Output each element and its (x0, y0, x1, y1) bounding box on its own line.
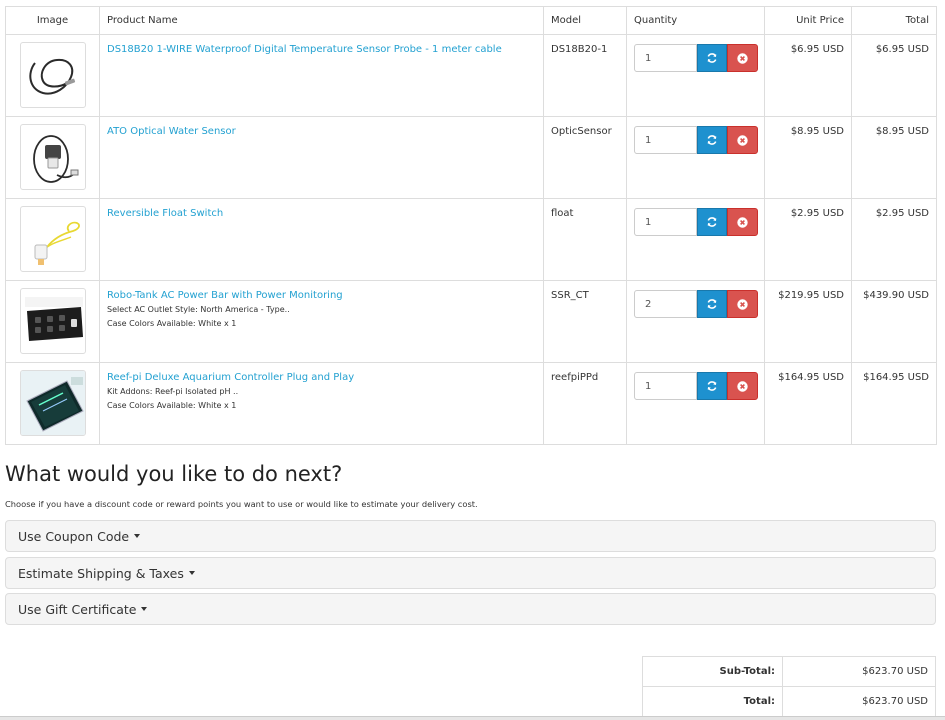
subtotal-value: $623.70 USD (782, 656, 936, 687)
product-thumbnail[interactable] (19, 42, 86, 108)
header-unit-price: Unit Price (764, 6, 852, 35)
caret-down-icon (134, 534, 141, 538)
header-total: Total (851, 6, 937, 35)
quantity-group: 1 (634, 125, 758, 154)
shipping-panel-toggle[interactable]: Estimate Shipping & Taxes (5, 557, 936, 589)
product-name-link[interactable]: Reef-pi Deluxe Aquarium Controller Plug … (107, 371, 536, 384)
quantity-group: 1 (634, 43, 758, 72)
product-model: SSR_CT (543, 280, 627, 363)
controller-image (20, 371, 85, 435)
coupon-panel-label: Use Coupon Code (18, 528, 130, 544)
page-bottom-divider (0, 716, 945, 720)
header-product-name: Product Name (99, 6, 544, 35)
temperature-probe-image (28, 58, 75, 95)
line-total: $8.95 USD (851, 116, 937, 199)
product-option: Case Colors Available: White x 1 (107, 401, 237, 410)
totals-table: Sub-Total: $623.70 USD Total: $623.70 US… (642, 656, 936, 717)
quantity-input[interactable]: 1 (634, 126, 697, 154)
next-steps-heading: What would you like to do next? (5, 462, 343, 486)
product-model: DS18B20-1 (543, 34, 627, 117)
product-name-link[interactable]: Reversible Float Switch (107, 207, 536, 220)
quantity-group: 2 (634, 289, 758, 318)
shipping-panel-label: Estimate Shipping & Taxes (18, 565, 184, 581)
coupon-panel-toggle[interactable]: Use Coupon Code (5, 520, 936, 552)
caret-down-icon (188, 571, 195, 575)
refresh-icon (707, 217, 717, 227)
voucher-panel-toggle[interactable]: Use Gift Certificate (5, 593, 936, 625)
quantity-group: 1 (634, 371, 758, 400)
next-steps-description: Choose if you have a discount code or re… (5, 499, 478, 509)
table-row: ATO Optical Water Sensor OpticSensor 1 $… (5, 116, 937, 199)
caret-down-icon (141, 607, 148, 611)
remove-button[interactable] (727, 44, 758, 72)
line-total: $6.95 USD (851, 34, 937, 117)
product-thumbnail[interactable] (19, 370, 86, 436)
product-name-link[interactable]: DS18B20 1-WIRE Waterproof Digital Temper… (107, 43, 536, 56)
product-name-link[interactable]: Robo-Tank AC Power Bar with Power Monito… (107, 289, 536, 302)
product-thumbnail[interactable] (19, 206, 86, 272)
refresh-icon (707, 135, 717, 145)
header-quantity: Quantity (626, 6, 765, 35)
total-value: $623.70 USD (782, 686, 936, 717)
unit-price: $6.95 USD (764, 34, 852, 117)
times-circle-icon (737, 380, 748, 392)
product-model: OpticSensor (543, 116, 627, 199)
cart-table: Image Product Name Model Quantity Unit P… (5, 6, 937, 445)
quantity-group: 1 (634, 207, 758, 236)
product-option: Case Colors Available: White x 1 (107, 319, 237, 328)
times-circle-icon (737, 216, 748, 228)
remove-button[interactable] (727, 290, 758, 318)
update-button[interactable] (696, 126, 728, 154)
power-bar-image (24, 297, 83, 341)
update-button[interactable] (696, 44, 728, 72)
product-option: Kit Addons: Reef-pi Isolated pH .. (107, 387, 239, 396)
quantity-input[interactable]: 1 (634, 372, 697, 400)
product-option: Select AC Outlet Style: North America - … (107, 305, 290, 314)
refresh-icon (707, 299, 717, 309)
product-model: reefpiPPd (543, 362, 627, 445)
voucher-panel-label: Use Gift Certificate (18, 601, 137, 617)
line-total: $164.95 USD (851, 362, 937, 445)
table-row: DS18B20 1-WIRE Waterproof Digital Temper… (5, 34, 937, 117)
unit-price: $2.95 USD (764, 198, 852, 281)
product-name-link[interactable]: ATO Optical Water Sensor (107, 125, 536, 138)
subtotal-label: Sub-Total: (642, 656, 783, 687)
cart-header-row: Image Product Name Model Quantity Unit P… (5, 6, 937, 35)
update-button[interactable] (696, 372, 728, 400)
total-row: Total: $623.70 USD (642, 686, 936, 717)
update-button[interactable] (696, 208, 728, 236)
float-switch-image (34, 221, 80, 265)
quantity-input[interactable]: 1 (634, 44, 697, 72)
unit-price: $8.95 USD (764, 116, 852, 199)
subtotal-row: Sub-Total: $623.70 USD (642, 656, 936, 687)
product-thumbnail[interactable] (19, 124, 86, 190)
header-model: Model (543, 6, 627, 35)
table-row: Robo-Tank AC Power Bar with Power Monito… (5, 280, 937, 363)
line-total: $439.90 USD (851, 280, 937, 363)
total-label: Total: (642, 686, 783, 717)
remove-button[interactable] (727, 372, 758, 400)
refresh-icon (707, 53, 717, 63)
times-circle-icon (737, 52, 748, 64)
unit-price: $219.95 USD (764, 280, 852, 363)
product-thumbnail[interactable] (19, 288, 86, 354)
quantity-input[interactable]: 1 (634, 208, 697, 236)
refresh-icon (707, 381, 717, 391)
remove-button[interactable] (727, 208, 758, 236)
table-row: Reversible Float Switch float 1 $2.95 US… (5, 198, 937, 281)
times-circle-icon (737, 134, 748, 146)
times-circle-icon (737, 298, 748, 310)
unit-price: $164.95 USD (764, 362, 852, 445)
update-button[interactable] (696, 290, 728, 318)
table-row: Reef-pi Deluxe Aquarium Controller Plug … (5, 362, 937, 445)
quantity-input[interactable]: 2 (634, 290, 697, 318)
line-total: $2.95 USD (851, 198, 937, 281)
header-image: Image (5, 6, 100, 35)
remove-button[interactable] (727, 126, 758, 154)
optical-sensor-image (32, 135, 78, 183)
product-model: float (543, 198, 627, 281)
